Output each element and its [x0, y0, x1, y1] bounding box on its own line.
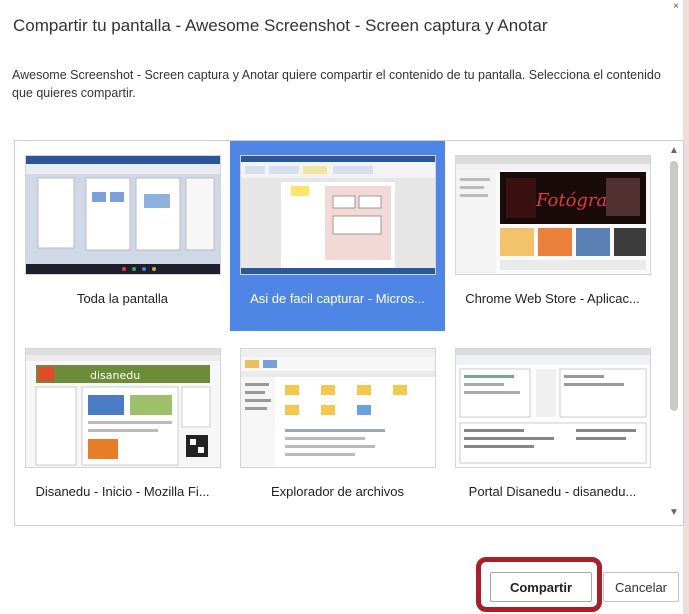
source-label: Chrome Web Store - Aplicac... — [465, 291, 640, 306]
source-label: Portal Disanedu - disanedu... — [468, 484, 637, 499]
chrome-store-thumbnail: Fotógrafo — [455, 155, 651, 275]
chrome-store-preview: Fotógrafo — [456, 156, 650, 274]
scroll-down-icon[interactable]: ▼ — [665, 505, 683, 521]
cancel-button[interactable]: Cancelar — [603, 572, 679, 602]
disanedu-logo-text: disanedu — [90, 369, 140, 382]
source-tile-entire-screen[interactable]: Toda la pantalla — [15, 141, 230, 331]
source-tile-portal-disanedu[interactable]: Portal Disanedu - disanedu... — [445, 334, 660, 524]
source-label: Toda la pantalla — [76, 291, 169, 306]
entire-screen-preview — [26, 156, 220, 274]
disanedu-firefox-thumbnail: disanedu — [25, 348, 221, 468]
share-button[interactable]: Compartir — [490, 572, 592, 602]
source-tile-word-window[interactable]: Asi de facil capturar - Micros... — [230, 141, 445, 331]
portal-disanedu-thumbnail — [455, 348, 651, 468]
word-window-preview — [241, 156, 435, 274]
source-tile-chrome-web-store[interactable]: Fotógrafo Chrome Web Store - Aplicac... — [445, 141, 660, 331]
source-tile-file-explorer[interactable]: Explorador de archivos — [230, 334, 445, 524]
dialog-description: Awesome Screenshot - Screen captura y An… — [12, 68, 661, 100]
scroll-up-icon[interactable]: ▲ — [665, 143, 683, 159]
source-label: Explorador de archivos — [271, 484, 404, 499]
disanedu-firefox-preview: disanedu — [26, 349, 220, 467]
file-explorer-preview — [241, 349, 435, 467]
portal-disanedu-preview — [456, 349, 650, 467]
source-label: Disanedu - Inicio - Mozilla Fi... — [35, 484, 210, 499]
scrollbar-thumb[interactable] — [670, 161, 678, 411]
share-screen-dialog: × Compartir tu pantalla - Awesome Screen… — [0, 0, 684, 614]
source-tile-disanedu-firefox[interactable]: disanedu Disanedu - Inicio - Mozilla Fi.… — [15, 334, 230, 524]
entire-screen-thumbnail — [25, 155, 221, 275]
close-icon[interactable]: × — [671, 2, 681, 12]
dialog-title: Compartir tu pantalla - Awesome Screensh… — [13, 16, 548, 35]
word-window-thumbnail — [240, 155, 436, 275]
source-picker-scrollbar[interactable]: ▲ ▼ — [665, 141, 683, 525]
source-label: Asi de facil capturar - Micros... — [250, 291, 425, 306]
source-picker: Toda la pantalla Asi de facil capturar -… — [14, 140, 684, 526]
file-explorer-thumbnail — [240, 348, 436, 468]
